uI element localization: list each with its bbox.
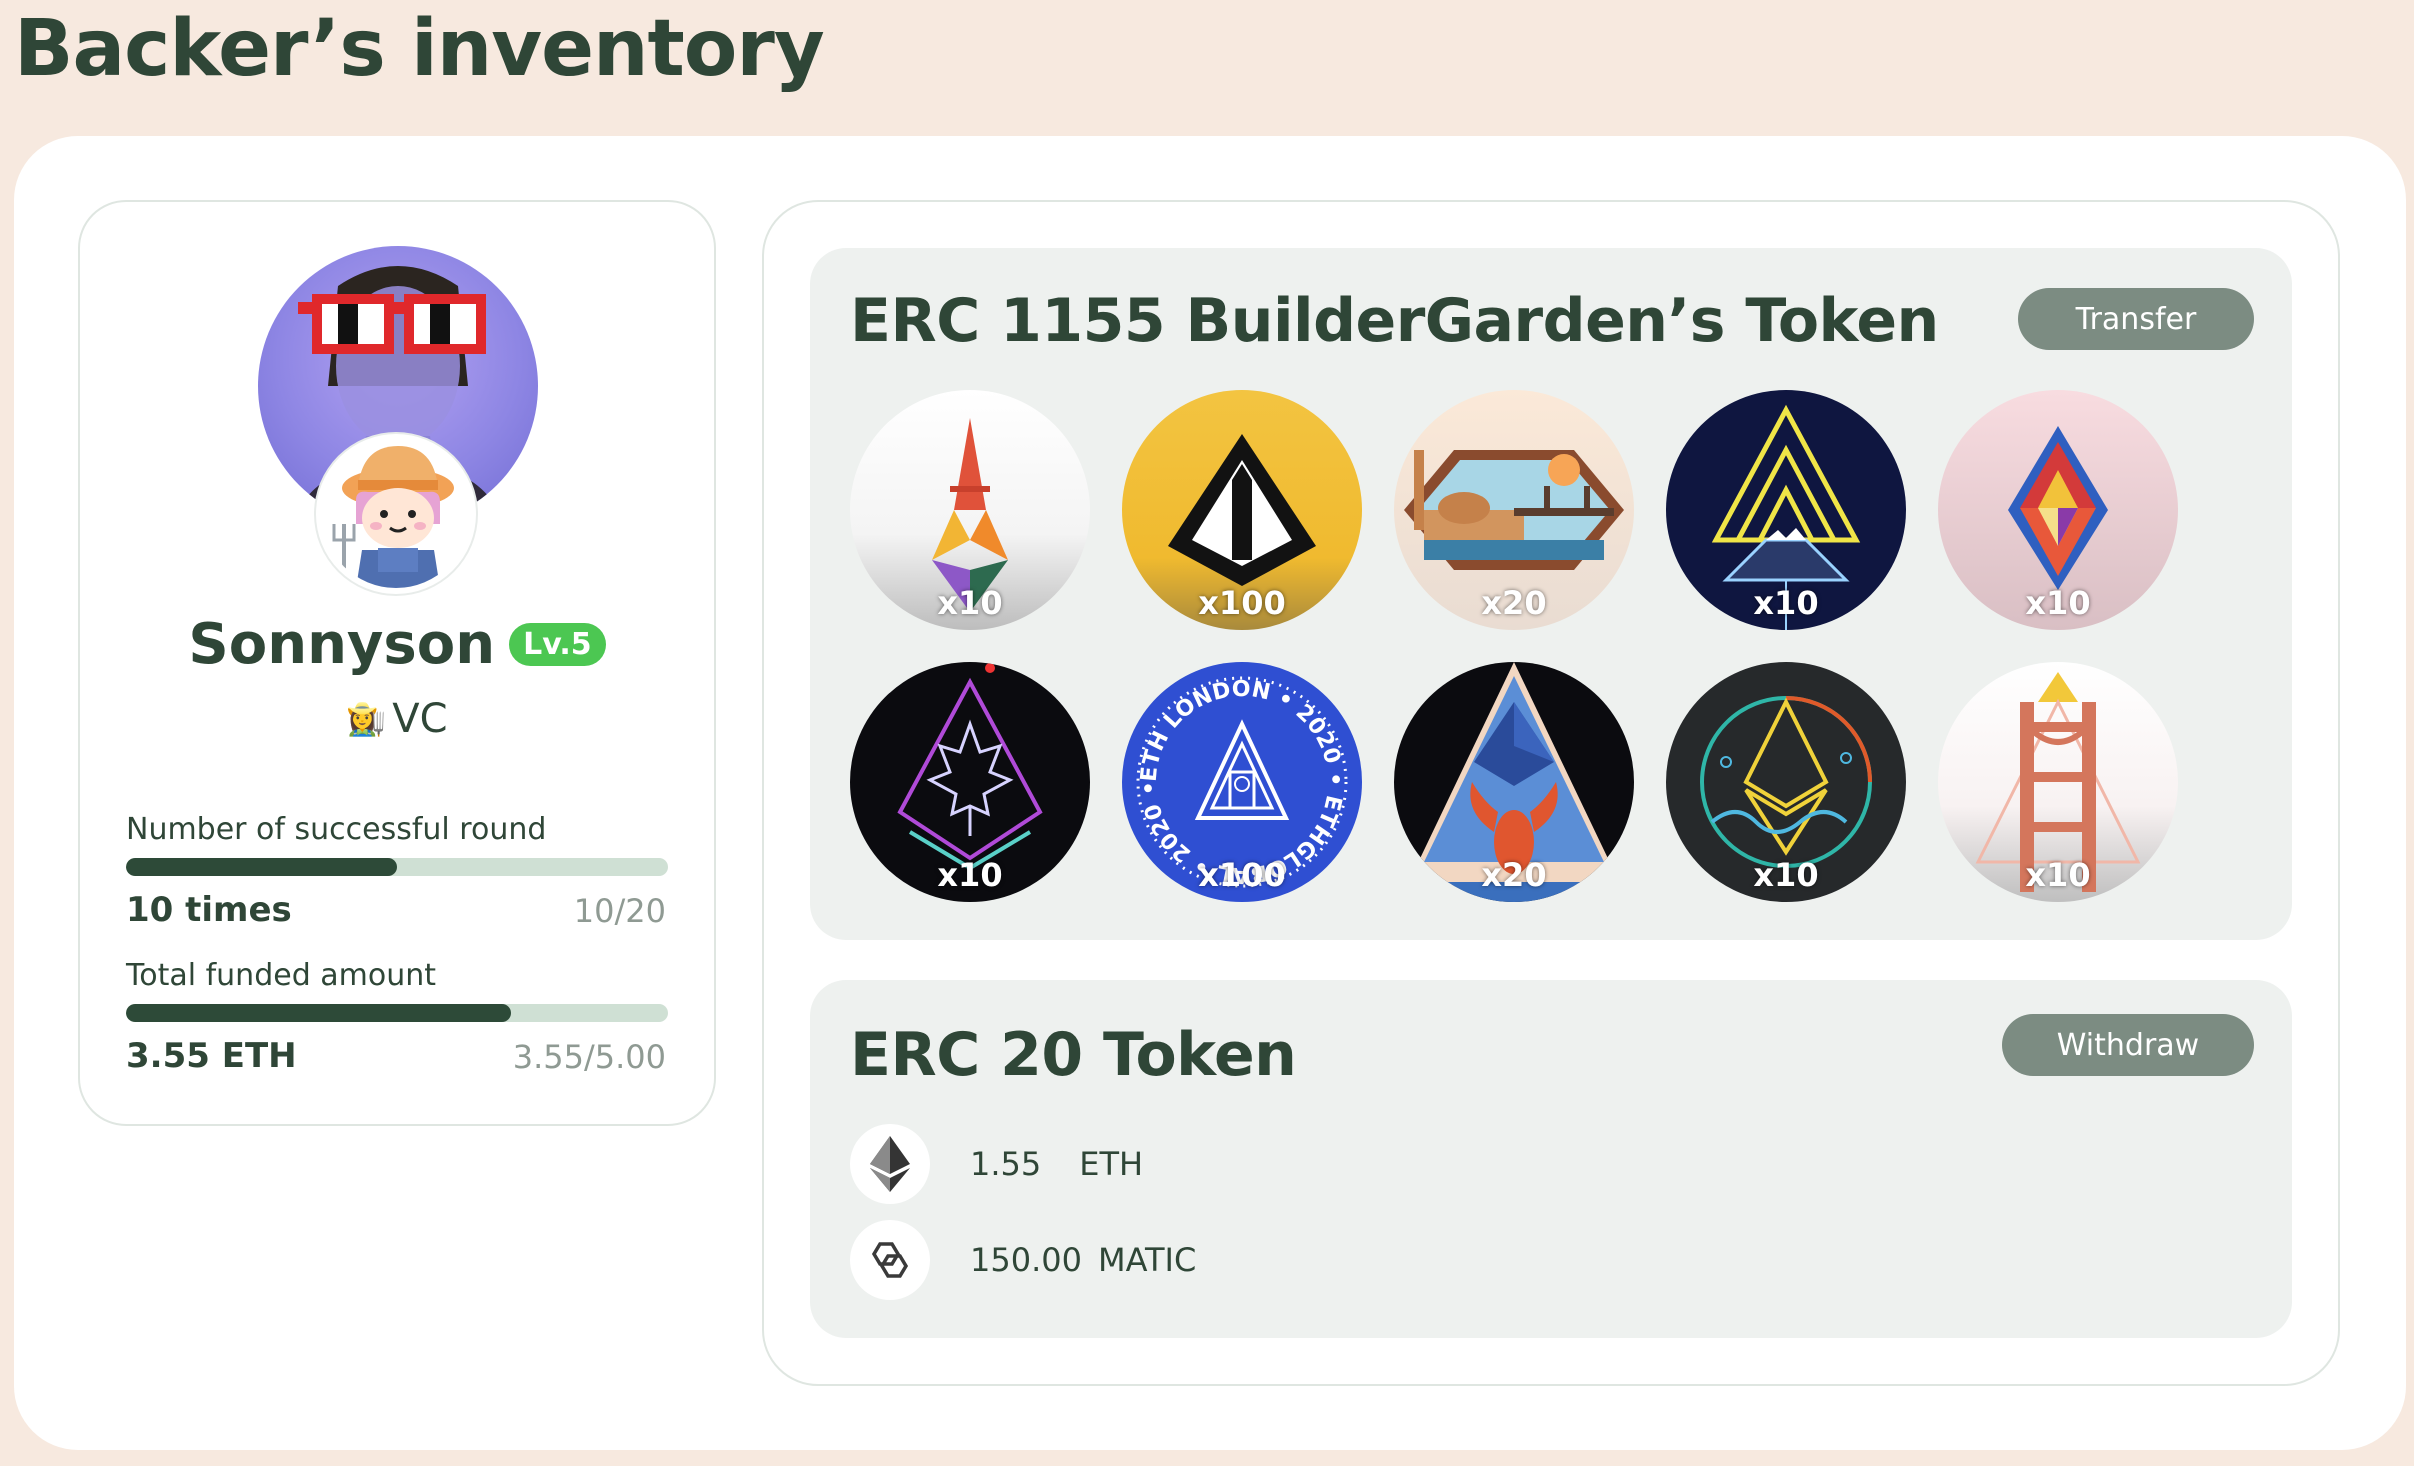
funded-label: Total funded amount [126,958,437,993]
token-quantity: x20 [1481,584,1547,622]
token-quantity: x10 [2025,584,2091,622]
role-row: 👩‍🌾 VC [80,696,714,742]
erc20-title: ERC 20 Token [850,1020,1297,1090]
rounds-label: Number of successful round [126,812,547,847]
token-item[interactable]: x100 [1122,390,1362,630]
coin-row-matic: 150.00 MATIC [850,1220,1196,1300]
token-item[interactable]: x10 [1938,662,2178,902]
token-quantity: x10 [1753,856,1819,894]
erc1155-title: ERC 1155 BuilderGarden’s Token [850,286,1939,356]
coin-row-eth: 1.55 ETH [850,1124,1143,1204]
token-quantity: x100 [1198,584,1286,622]
token-quantity: x10 [937,856,1003,894]
user-name: Sonnyson [188,612,496,677]
polygon-icon [850,1220,930,1300]
matic-amount: 150.00 [970,1241,1082,1279]
token-item[interactable]: x10 [850,390,1090,630]
token-item[interactable]: x10 [850,662,1090,902]
rounds-value: 10 times [126,890,292,930]
token-item[interactable]: x20 [1394,390,1634,630]
token-item[interactable]: x20 [1394,662,1634,902]
level-badge: Lv.5 [509,623,606,666]
erc20-section: ERC 20 Token Withdraw 1.55 ETH 150.00 MA… [810,980,2292,1338]
user-name-row: Sonnyson Lv.5 [80,612,714,677]
token-item[interactable]: ETH LONDON • 2020 • ETHGLOBAL • 2020 • x… [1122,662,1362,902]
token-item[interactable]: x10 [1666,662,1906,902]
token-grid: x10 x100 x20 x10 x10 x10 ETH LONDON • 20… [850,390,2178,902]
transfer-button[interactable]: Transfer [2018,288,2254,350]
rounds-progress-bar [126,858,668,876]
profile-card: Sonnyson Lv.5 👩‍🌾 VC Number of successfu… [78,200,716,1126]
token-quantity: x10 [937,584,1003,622]
funded-progress-fill [126,1004,511,1022]
eth-symbol: ETH [1079,1145,1144,1183]
matic-symbol: MATIC [1097,1241,1197,1279]
rounds-progress-fill [126,858,397,876]
token-quantity: x100 [1198,856,1286,894]
ethereum-icon [850,1124,930,1204]
erc1155-section: ERC 1155 BuilderGarden’s Token Transfer … [810,248,2292,940]
token-item[interactable]: x10 [1666,390,1906,630]
token-quantity: x10 [2025,856,2091,894]
funded-ratio: 3.55/5.00 [512,1038,666,1076]
token-item[interactable]: x10 [1938,390,2178,630]
page-title: Backer’s inventory [14,4,825,94]
funded-progress-bar [126,1004,668,1022]
token-quantity: x20 [1481,856,1547,894]
withdraw-button[interactable]: Withdraw [2002,1014,2254,1076]
eth-amount: 1.55 [970,1145,1042,1183]
farmer-emoji-icon: 👩‍🌾 [346,700,387,738]
user-role: VC [392,696,448,742]
funded-value: 3.55 ETH [126,1036,297,1076]
farmer-avatar [316,434,476,594]
token-quantity: x10 [1753,584,1819,622]
rounds-ratio: 10/20 [573,892,666,930]
